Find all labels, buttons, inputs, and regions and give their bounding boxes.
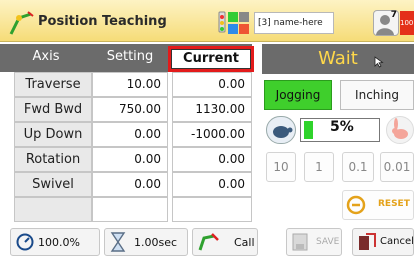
current-rotation: 0.00 <box>172 147 252 172</box>
setting-header: Setting <box>92 44 168 72</box>
row-label-traverse: Traverse <box>14 72 92 97</box>
rabbit-icon <box>392 118 408 139</box>
step-0-01-button[interactable]: 0.01 <box>380 152 414 182</box>
cycle-time-value: 1.00sec <box>134 236 178 249</box>
robot-call-icon <box>198 233 219 251</box>
reset-label: RESET <box>378 199 410 209</box>
user-level: 7 <box>390 10 397 20</box>
row-label-empty <box>14 197 92 222</box>
speed-bar-fill <box>304 121 313 139</box>
inching-mode-button[interactable]: Inching <box>340 80 414 110</box>
alarm-indicator[interactable]: 100 <box>400 11 414 35</box>
row-label-up-down: Up Down <box>14 122 92 147</box>
save-icon <box>292 233 308 251</box>
setting-fwd-bwd[interactable]: 750.00 <box>92 97 168 122</box>
program-name-field[interactable]: [3] name-here <box>254 12 334 34</box>
turtle-icon <box>273 126 293 138</box>
page-title: Position Teaching <box>38 14 167 29</box>
setting-swivel[interactable]: 0.00 <box>92 172 168 197</box>
save-label: SAVE <box>316 237 340 247</box>
jogging-mode-button[interactable]: Jogging <box>264 80 332 110</box>
speed-up-button[interactable] <box>386 116 414 144</box>
user-level-button[interactable]: 7 <box>373 10 399 36</box>
step-10-button[interactable]: 10 <box>266 152 296 182</box>
cancel-icon <box>359 233 376 250</box>
current-traverse: 0.00 <box>172 72 252 97</box>
robot-state-display: Wait <box>262 44 414 74</box>
override-value: 100.0% <box>38 236 80 249</box>
current-fwd-bwd: 1130.00 <box>172 97 252 122</box>
current-swivel: 0.00 <box>172 172 252 197</box>
gauge-icon <box>16 233 34 251</box>
reset-icon <box>346 195 366 215</box>
cursor-icon <box>374 56 384 68</box>
current-empty <box>172 197 252 222</box>
current-up-down: -1000.00 <box>172 122 252 147</box>
call-label: Call <box>234 236 255 249</box>
speed-percent: 5% <box>330 119 354 135</box>
axis-header: Axis <box>0 44 92 72</box>
setting-empty[interactable] <box>92 197 168 222</box>
speed-down-button[interactable] <box>266 116 296 144</box>
hourglass-icon <box>110 232 126 252</box>
row-label-fwd-bwd: Fwd Bwd <box>14 97 92 122</box>
setting-rotation[interactable]: 0.00 <box>92 147 168 172</box>
row-label-swivel: Swivel <box>14 172 92 197</box>
current-header[interactable]: Current <box>168 46 254 72</box>
setting-traverse[interactable]: 10.00 <box>92 72 168 97</box>
setting-up-down[interactable]: 0.00 <box>92 122 168 147</box>
robot-arm-icon <box>9 11 34 35</box>
status-indicators-icon <box>218 11 249 34</box>
step-1-button[interactable]: 1 <box>304 152 334 182</box>
step-0-1-button[interactable]: 0.1 <box>342 152 374 182</box>
row-label-rotation: Rotation <box>14 147 92 172</box>
cancel-label: Cancel <box>380 236 414 247</box>
